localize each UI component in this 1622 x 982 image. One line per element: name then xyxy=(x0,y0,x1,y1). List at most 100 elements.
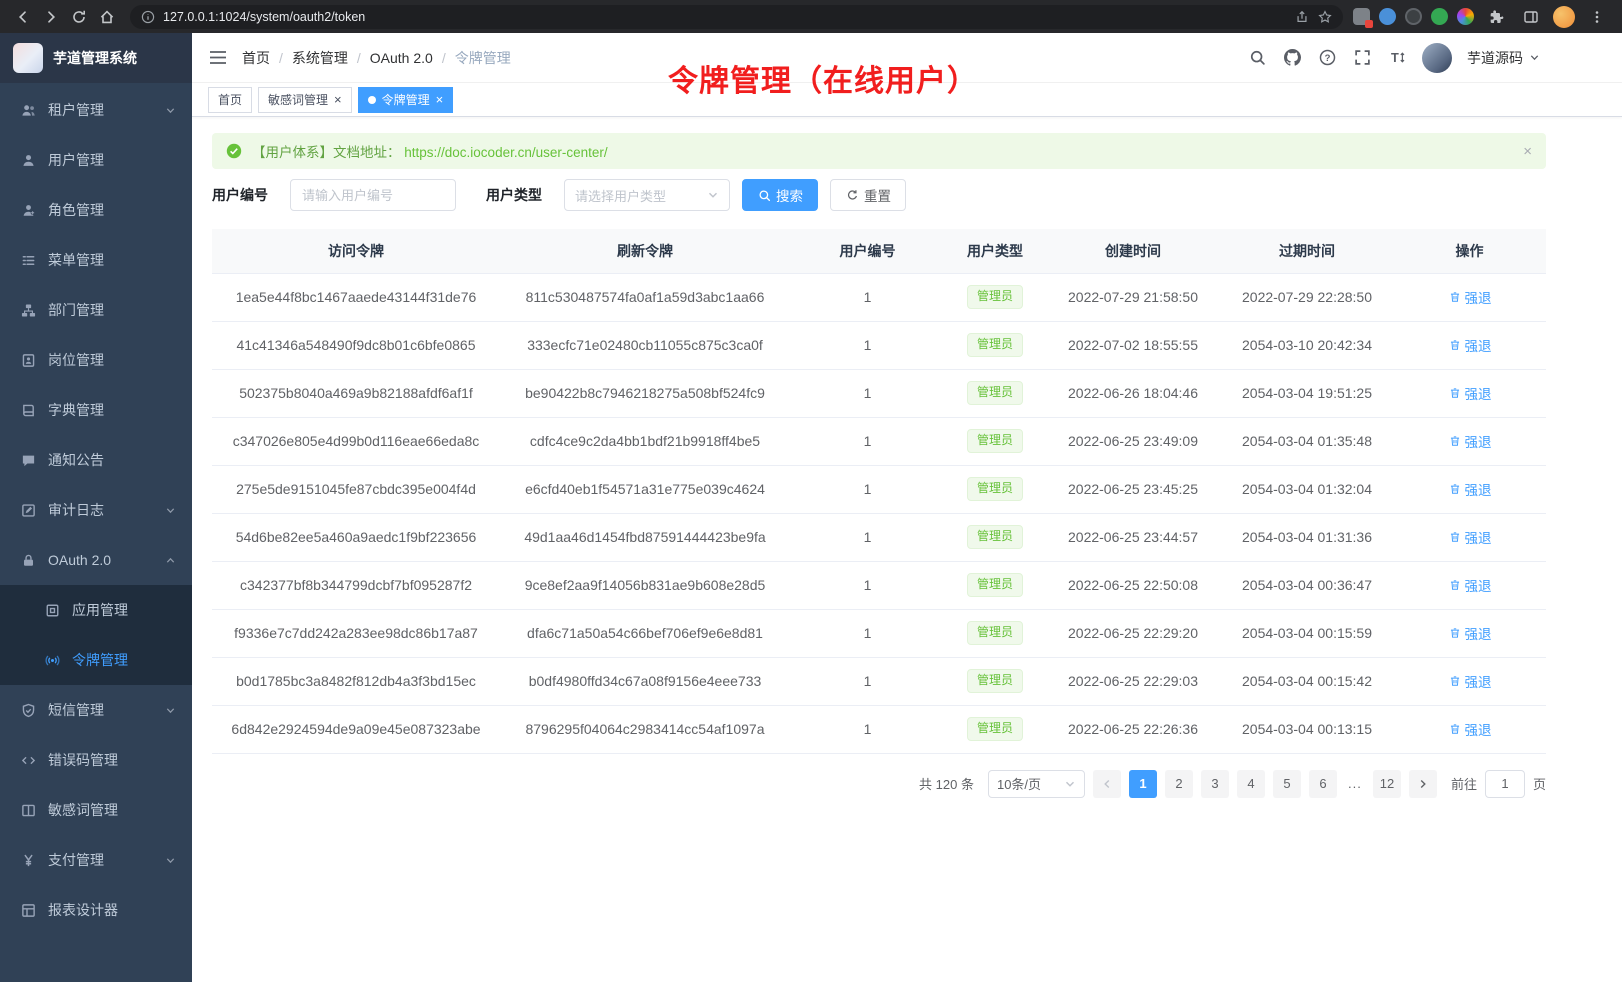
breadcrumb-item[interactable]: OAuth 2.0 xyxy=(370,50,433,66)
page-button-1[interactable]: 1 xyxy=(1129,770,1157,798)
prev-page-button[interactable] xyxy=(1093,770,1121,798)
page-button-5[interactable]: 5 xyxy=(1273,770,1301,798)
force-logout-button[interactable]: 强退 xyxy=(1448,719,1492,739)
github-icon[interactable] xyxy=(1282,48,1302,68)
browser-profile-avatar[interactable] xyxy=(1553,6,1575,28)
browser-menu-icon[interactable] xyxy=(1584,4,1610,30)
doc-alert: 【用户体系】文档地址： https://doc.iocoder.cn/user-… xyxy=(212,133,1546,169)
tab-close-icon[interactable]: × xyxy=(436,93,444,106)
force-logout-button[interactable]: 强退 xyxy=(1448,671,1492,691)
pagination-more-button[interactable]: ... xyxy=(1345,776,1365,791)
sidebar-item-errcode[interactable]: 错误码管理 xyxy=(0,735,192,785)
next-page-button[interactable] xyxy=(1409,770,1437,798)
expire-time-cell: 2054-03-04 01:31:36 xyxy=(1221,513,1393,561)
table-header-row: 访问令牌刷新令牌用户编号用户类型创建时间过期时间操作 xyxy=(212,229,1546,273)
user-type-select[interactable]: 请选择用户类型 xyxy=(564,179,730,211)
extension-icon-5[interactable] xyxy=(1457,8,1474,25)
breadcrumb-item[interactable]: 首页 xyxy=(242,48,270,68)
force-logout-button[interactable]: 强退 xyxy=(1448,623,1492,643)
page-button-12[interactable]: 12 xyxy=(1373,770,1401,798)
force-logout-button[interactable]: 强退 xyxy=(1448,527,1492,547)
alert-doc-link[interactable]: https://doc.iocoder.cn/user-center/ xyxy=(404,145,607,160)
sidebar-item-token[interactable]: 令牌管理 xyxy=(0,635,192,685)
sidebar-item-report[interactable]: 报表设计器 xyxy=(0,885,192,935)
sidebar-item-post[interactable]: 岗位管理 xyxy=(0,335,192,385)
sidebar-item-app[interactable]: 应用管理 xyxy=(0,585,192,635)
column-header: 用户类型 xyxy=(945,229,1045,273)
side-panel-icon[interactable] xyxy=(1518,4,1544,30)
user-type-badge: 管理员 xyxy=(967,717,1023,741)
tab-token[interactable]: 令牌管理× xyxy=(358,87,454,113)
sidebar-item-oauth2[interactable]: OAuth 2.0 xyxy=(0,535,192,585)
site-info-icon[interactable] xyxy=(140,9,156,25)
dept-icon xyxy=(20,302,36,318)
font-size-icon[interactable]: T xyxy=(1387,48,1407,68)
navbar-actions: ? T 芋道源码 xyxy=(1247,43,1540,73)
tab-home[interactable]: 首页 xyxy=(208,87,252,113)
tab-close-icon[interactable]: × xyxy=(334,93,342,106)
fullscreen-icon[interactable] xyxy=(1352,48,1372,68)
sidebar-item-role[interactable]: 角色管理 xyxy=(0,185,192,235)
user-type-badge: 管理员 xyxy=(967,669,1023,693)
sidebar-item-dict[interactable]: 字典管理 xyxy=(0,385,192,435)
page-button-2[interactable]: 2 xyxy=(1165,770,1193,798)
app-logo[interactable]: 芋道管理系统 xyxy=(0,33,192,83)
help-icon[interactable]: ? xyxy=(1317,48,1337,68)
force-logout-button[interactable]: 强退 xyxy=(1448,431,1492,451)
sidebar-item-label: 用户管理 xyxy=(48,150,176,170)
force-logout-label: 强退 xyxy=(1465,431,1492,451)
breadcrumb-separator: / xyxy=(442,50,446,66)
sidebar-item-dept[interactable]: 部门管理 xyxy=(0,285,192,335)
sidebar-item-audit-log[interactable]: 审计日志 xyxy=(0,485,192,535)
browser-home-button[interactable] xyxy=(94,4,120,30)
menu-icon xyxy=(20,252,36,268)
tab-sensitive-word[interactable]: 敏感词管理× xyxy=(258,87,352,113)
user-type-label: 用户类型 xyxy=(486,185,542,205)
user-avatar[interactable] xyxy=(1422,43,1452,73)
sidebar-item-pay[interactable]: 支付管理 xyxy=(0,835,192,885)
page-button-4[interactable]: 4 xyxy=(1237,770,1265,798)
table-row: b0d1785bc3a8482f812db4a3f3bd15ecb0df4980… xyxy=(212,657,1546,705)
caret-down-icon xyxy=(1529,52,1540,63)
browser-address-bar[interactable]: 127.0.0.1:1024/system/oauth2/token xyxy=(130,5,1343,29)
sidebar-item-menu[interactable]: 菜单管理 xyxy=(0,235,192,285)
create-time-cell: 2022-06-25 22:29:20 xyxy=(1045,609,1221,657)
page-button-3[interactable]: 3 xyxy=(1201,770,1229,798)
extension-icon-2[interactable] xyxy=(1379,8,1396,25)
sidebar-item-sms[interactable]: 短信管理 xyxy=(0,685,192,735)
page-size-select[interactable]: 10条/页 xyxy=(988,770,1085,798)
reset-button[interactable]: 重置 xyxy=(830,179,906,211)
force-logout-button[interactable]: 强退 xyxy=(1448,575,1492,595)
hamburger-icon[interactable] xyxy=(208,48,228,68)
extension-icon-1[interactable] xyxy=(1353,8,1370,25)
share-icon[interactable] xyxy=(1294,9,1310,25)
browser-forward-button[interactable] xyxy=(38,4,64,30)
breadcrumb-item[interactable]: 系统管理 xyxy=(292,48,348,68)
force-logout-button[interactable]: 强退 xyxy=(1448,383,1492,403)
force-logout-button[interactable]: 强退 xyxy=(1448,335,1492,355)
user-menu[interactable]: 芋道源码 xyxy=(1467,48,1540,68)
search-button[interactable]: 搜索 xyxy=(742,179,818,211)
sidebar-item-label: 敏感词管理 xyxy=(48,800,176,820)
alert-close-icon[interactable]: × xyxy=(1523,143,1532,160)
refresh-token-cell: 9ce8ef2aa9f14056b831ae9b608e28d5 xyxy=(500,561,790,609)
extensions-puzzle-icon[interactable] xyxy=(1483,4,1509,30)
bookmark-star-icon[interactable] xyxy=(1317,9,1333,25)
force-logout-button[interactable]: 强退 xyxy=(1448,479,1492,499)
browser-reload-button[interactable] xyxy=(66,4,92,30)
sidebar-item-tenant[interactable]: 租户管理 xyxy=(0,85,192,135)
extension-icon-4[interactable] xyxy=(1431,8,1448,25)
page-button-6[interactable]: 6 xyxy=(1309,770,1337,798)
sidebar-item-sensitive[interactable]: 敏感词管理 xyxy=(0,785,192,835)
goto-page-input[interactable] xyxy=(1485,770,1525,798)
user-id-input[interactable] xyxy=(290,179,456,211)
sidebar-item-notice[interactable]: 通知公告 xyxy=(0,435,192,485)
alert-text: 【用户体系】文档地址： https://doc.iocoder.cn/user-… xyxy=(252,141,608,161)
search-icon[interactable] xyxy=(1247,48,1267,68)
trash-icon xyxy=(1448,434,1462,448)
user-type-cell: 管理员 xyxy=(945,657,1045,705)
force-logout-button[interactable]: 强退 xyxy=(1448,287,1492,307)
extension-icon-3[interactable] xyxy=(1405,8,1422,25)
sidebar-item-user[interactable]: 用户管理 xyxy=(0,135,192,185)
browser-back-button[interactable] xyxy=(10,4,36,30)
